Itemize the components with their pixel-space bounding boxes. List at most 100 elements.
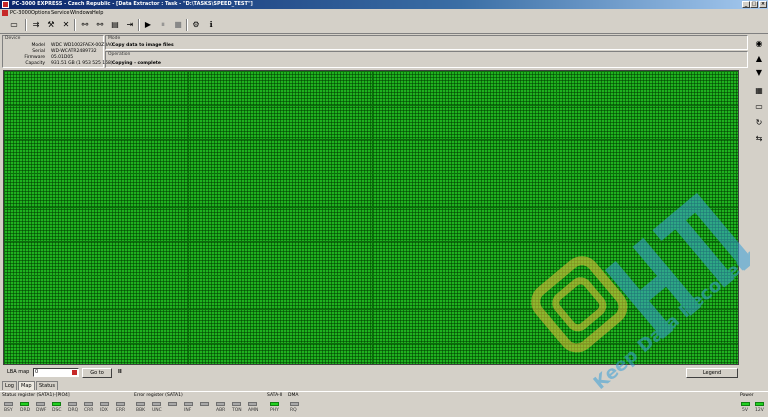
- led-bbk: [136, 402, 145, 406]
- led-blank: [168, 402, 177, 406]
- tools-icon[interactable]: ⚒: [45, 19, 57, 31]
- led-bbk-label: BBK: [136, 408, 146, 413]
- app-icon: [2, 1, 9, 8]
- app-menu-icon[interactable]: [2, 10, 8, 16]
- operation-value: Copying - complete: [112, 61, 161, 66]
- led-crr: [84, 402, 93, 406]
- led-inf-label: INF: [184, 408, 192, 413]
- led-drq-label: DRQ: [68, 408, 79, 413]
- copy-icon[interactable]: ⇉: [30, 19, 42, 31]
- led-dsc: [52, 402, 61, 406]
- lba-map[interactable]: [3, 70, 739, 365]
- goto-button[interactable]: Go to: [82, 368, 112, 378]
- window-title: PC-3000 EXPRESS - Czech Republic - [Data…: [12, 1, 253, 7]
- led-idx: [100, 402, 109, 406]
- serial-value: WD-WCATR2489732: [51, 49, 97, 54]
- device-fields: Model WDC WD1002FAEX-00Z3A0 Serial WD-WC…: [5, 43, 113, 69]
- led-phy-label: PHY: [270, 408, 279, 413]
- model-label: Model: [31, 43, 45, 48]
- capacity-label: Capacity: [25, 61, 45, 66]
- sector-icon[interactable]: ▦: [753, 85, 765, 97]
- led-amn: [248, 402, 257, 406]
- led-bsy: [4, 402, 13, 406]
- tab-status[interactable]: Status: [36, 381, 58, 390]
- binoculars-icon[interactable]: ⚯: [94, 19, 106, 31]
- drive-icon[interactable]: ▭: [6, 19, 22, 31]
- operation-panel: Operation Copying - complete: [105, 51, 748, 68]
- toolbar: ▭ ⇉ ⚒ ✕ ⚯ ⚯ ▤ ⇥ ▶ ⏸ ■ ⚙ ℹ: [0, 17, 768, 34]
- maximize-button[interactable]: □: [750, 1, 758, 8]
- led-crr-label: CRR: [84, 408, 94, 413]
- bottom-tabs: Log Map Status: [2, 381, 202, 390]
- title-bar: PC-3000 EXPRESS - Czech Republic - [Data…: [0, 0, 768, 9]
- close-button[interactable]: ×: [759, 1, 767, 8]
- led-err-label: ERR: [116, 408, 126, 413]
- status-bar: Status register (SATA1)-[PIO4] Error reg…: [0, 391, 768, 417]
- minimize-button[interactable]: _: [742, 1, 750, 8]
- led-amn-label: AMN: [248, 408, 259, 413]
- menu-pc3000[interactable]: PC-3000: [10, 10, 31, 16]
- lba-map-label: LBA map: [7, 369, 30, 375]
- drive-icon[interactable]: ▭: [753, 101, 765, 113]
- led-drd: [20, 402, 29, 406]
- menu-options[interactable]: Options: [31, 10, 50, 16]
- led-unc: [152, 402, 161, 406]
- legend-button[interactable]: Legend: [686, 368, 738, 378]
- firmware-value: 05.01D05: [51, 55, 74, 60]
- device-panel: Device Model WDC WD1002FAEX-00Z3A0 Seria…: [2, 35, 113, 69]
- toolbar-separator: [74, 19, 76, 31]
- led-unc-label: UNC: [152, 408, 162, 413]
- led-ton: [232, 402, 241, 406]
- menu-service[interactable]: Service: [51, 10, 69, 16]
- led-drd-label: DRD: [20, 408, 31, 413]
- pause-icon[interactable]: ⏸: [157, 19, 169, 31]
- led-abr-label: ABR: [216, 408, 226, 413]
- led-12v-label: 12V: [755, 408, 764, 413]
- toolbar-separator: [138, 19, 140, 31]
- refresh-icon[interactable]: ↻: [753, 117, 765, 129]
- menu-windows[interactable]: Windows: [70, 10, 92, 16]
- led-ton-label: TON: [232, 408, 242, 413]
- down-arrow-icon[interactable]: ▼: [753, 67, 765, 79]
- led-idx-label: IDX: [100, 408, 108, 413]
- info-icon[interactable]: ℹ: [205, 19, 217, 31]
- led-blank: [200, 402, 209, 406]
- connections-icon[interactable]: ⇆: [753, 133, 765, 145]
- led-dwf-label: DWF: [36, 408, 47, 413]
- led-5v-label: 5V: [742, 408, 748, 413]
- lba-value: 0: [35, 369, 39, 375]
- play-icon[interactable]: ▶: [142, 19, 154, 31]
- binoculars-icon[interactable]: ⚯: [79, 19, 91, 31]
- led-inf: [184, 402, 193, 406]
- led-bsy-label: BSY: [4, 408, 13, 413]
- mode-panel: Mode Copy data to image files: [105, 35, 748, 50]
- tab-map[interactable]: Map: [18, 381, 35, 390]
- operation-label: Operation: [108, 52, 131, 57]
- lba-input[interactable]: 0: [33, 368, 79, 377]
- led-5v: [741, 402, 750, 406]
- toolbar-separator: [25, 19, 27, 31]
- led-area: BSY DRD DWF DSC DRQ CRR IDX ERR BBK UNC …: [0, 392, 768, 417]
- image-file-icon[interactable]: ▤: [109, 19, 121, 31]
- close-task-icon[interactable]: ✕: [60, 19, 72, 31]
- right-toolbar: ◉ ▲ ▼ ▦ ▭ ↻ ⇆: [750, 35, 768, 380]
- led-phy: [270, 402, 279, 406]
- export-icon[interactable]: ⇥: [124, 19, 136, 31]
- lba-dropdown-icon[interactable]: [72, 370, 77, 375]
- up-arrow-icon[interactable]: ▲: [753, 53, 765, 65]
- led-dwf: [36, 402, 45, 406]
- pause-button[interactable]: II: [118, 369, 122, 375]
- toolbar-separator: [186, 19, 188, 31]
- led-abr: [216, 402, 225, 406]
- led-rq-label: RQ: [290, 408, 297, 413]
- device-label: Device: [5, 36, 21, 41]
- model-value: WDC WD1002FAEX-00Z3A0: [51, 43, 114, 48]
- menu-bar: PC-3000 Options Service Windows Help: [0, 9, 768, 17]
- tab-log[interactable]: Log: [2, 381, 17, 390]
- disk-info-icon[interactable]: ◉: [753, 38, 765, 50]
- lba-controls: LBA map 0 Go to II Legend: [0, 367, 748, 379]
- settings-icon[interactable]: ⚙: [190, 19, 202, 31]
- menu-help[interactable]: Help: [92, 10, 103, 16]
- mode-value: Copy data to image files: [112, 43, 174, 48]
- stop-icon[interactable]: ■: [172, 19, 184, 31]
